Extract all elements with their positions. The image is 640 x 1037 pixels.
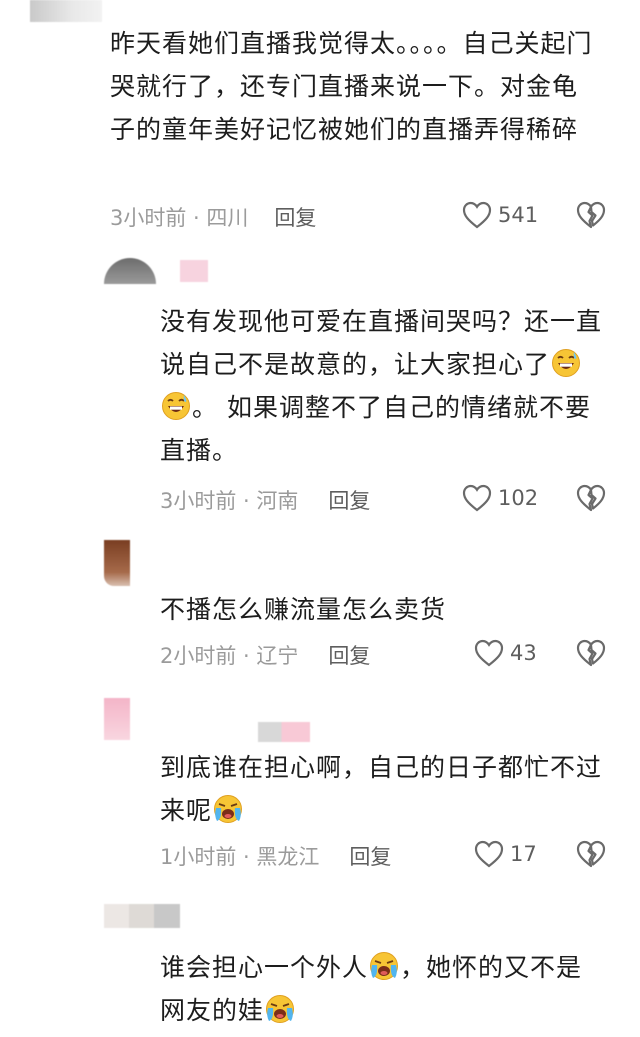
- like-button[interactable]: 43: [474, 639, 537, 667]
- like-button[interactable]: 102: [462, 484, 538, 512]
- avatar-redacted: [104, 258, 156, 284]
- like-count: 102: [498, 486, 539, 510]
- heart-outline-icon: [462, 484, 492, 512]
- broken-heart-icon: [576, 484, 606, 512]
- like-button[interactable]: 541: [462, 201, 538, 229]
- avatar-redacted: [104, 540, 130, 586]
- reply-button[interactable]: 回复: [328, 640, 370, 670]
- like-count: 17: [510, 842, 537, 866]
- broken-heart-icon: [576, 201, 606, 229]
- dislike-button[interactable]: [576, 639, 606, 667]
- username-redacted: [180, 260, 208, 282]
- heart-outline-icon: [474, 639, 504, 667]
- broken-heart-icon: [576, 639, 606, 667]
- broken-heart-icon: [576, 840, 606, 868]
- grinning-sweat-emoji: [161, 391, 191, 421]
- comment-text: 谁会担心一个外人 ，她怀的又不是网友的娃: [160, 951, 583, 1025]
- comment-text: 昨天看她们直播我觉得太。。。。自己关起门哭就行了，还专门直播来说一下。对金龟子的…: [110, 29, 593, 144]
- comment-meta: 1小时前 · 黑龙江: [160, 845, 320, 869]
- comment-meta: 3小时前 · 河南: [160, 489, 299, 513]
- comment-text: 没有发现他可爱在直播间哭吗？还一直说自己不是故意的，让大家担心了。 如果调整不了…: [160, 307, 603, 465]
- like-button[interactable]: 17: [474, 840, 537, 868]
- dislike-button[interactable]: [576, 484, 606, 512]
- dislike-button[interactable]: [576, 840, 606, 868]
- avatar-redacted: [104, 904, 180, 928]
- like-count: 541: [498, 203, 539, 227]
- heart-outline-icon: [474, 840, 504, 868]
- reply-button[interactable]: 回复: [328, 485, 370, 515]
- heart-outline-icon: [462, 201, 492, 229]
- comment-text: 不播怎么赚流量怎么卖货: [160, 595, 447, 624]
- username-redacted: [258, 722, 310, 742]
- reply-button[interactable]: 回复: [274, 202, 316, 232]
- loudly-crying-emoji: [369, 951, 399, 981]
- avatar-redacted: [104, 698, 130, 740]
- grinning-sweat-emoji: [551, 348, 581, 378]
- comment-meta: 3小时前 · 四川: [110, 206, 249, 230]
- loudly-crying-emoji: [265, 994, 295, 1024]
- like-count: 43: [510, 641, 537, 665]
- avatar-redacted: [30, 0, 102, 22]
- dislike-button[interactable]: [576, 201, 606, 229]
- loudly-crying-emoji: [213, 794, 243, 824]
- comment-meta: 2小时前 · 辽宁: [160, 644, 299, 668]
- comment-text: 到底谁在担心啊，自己的日子都忙不过来呢: [160, 753, 603, 825]
- reply-button[interactable]: 回复: [349, 841, 391, 871]
